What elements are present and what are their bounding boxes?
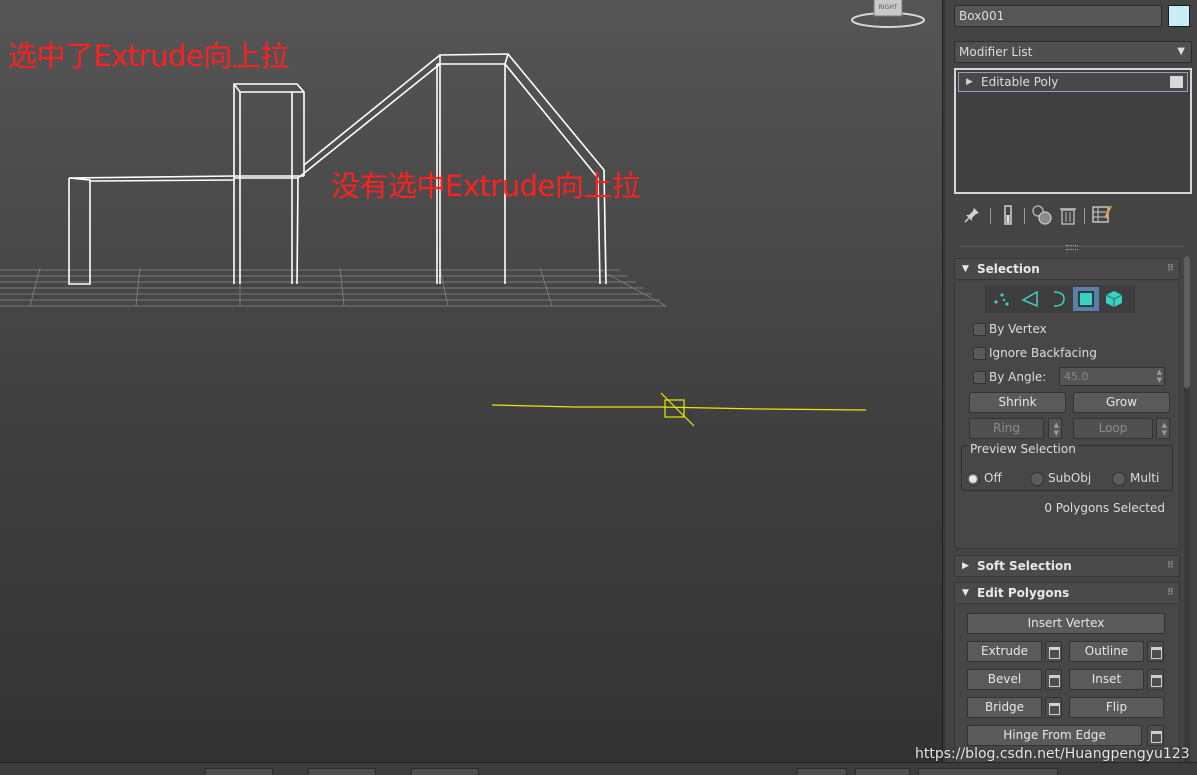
object-color-swatch[interactable]	[1168, 5, 1190, 27]
scrollbar-thumb[interactable]	[1184, 256, 1190, 388]
rollout-selection-body: By Vertex Ignore Backfacing By Angle: 45…	[954, 281, 1180, 549]
preview-selection-group: Preview Selection Off SubObj Multi	[961, 442, 1173, 491]
hinge-from-edge-button[interactable]: Hinge From Edge	[967, 725, 1142, 746]
configure-modifier-sets-icon[interactable]	[1090, 203, 1114, 227]
toolbar-segment[interactable]	[411, 768, 479, 775]
modifier-list-label: Modifier List	[959, 45, 1033, 59]
loop-spinner[interactable]: ▲ ▼	[1156, 418, 1170, 439]
modifier-stack[interactable]: ▶ Editable Poly	[954, 68, 1192, 194]
bridge-button[interactable]: Bridge	[967, 697, 1042, 718]
preview-off-radio[interactable]: Off	[966, 470, 1002, 486]
preview-multi-radio[interactable]: Multi	[1112, 470, 1159, 486]
ring-button[interactable]: Ring	[969, 418, 1044, 439]
spinner-arrows-icon[interactable]: ▲ ▼	[1157, 368, 1162, 384]
object-name-field[interactable]: Box001	[954, 5, 1162, 27]
toolbar-segment[interactable]	[205, 768, 273, 775]
border-icon[interactable]	[1045, 287, 1071, 311]
inset-button[interactable]: Inset	[1069, 669, 1144, 690]
rollout-soft-selection-title: Soft Selection	[977, 559, 1072, 573]
vertex-icon[interactable]	[989, 287, 1015, 311]
rollout-edit-polygons-title: Edit Polygons	[977, 586, 1070, 600]
annotation-selected-extrude: 选中了Extrude向上拉	[8, 39, 289, 73]
inset-settings-icon[interactable]	[1147, 669, 1164, 690]
watermark: https://blog.csdn.net/Huangpengyu123	[915, 746, 1190, 762]
subobject-mode-toolbar	[985, 285, 1135, 313]
viewport[interactable]: 选中了Extrude向上拉 没有选中Extrude向上拉 RIGHT	[0, 0, 942, 762]
stack-toolbar	[960, 203, 1190, 229]
outline-settings-icon[interactable]	[1147, 641, 1164, 662]
preview-subobj-radio[interactable]: SubObj	[1030, 470, 1091, 486]
collapse-triangle-icon: ▼	[962, 588, 969, 598]
remove-modifier-icon[interactable]	[1056, 203, 1080, 227]
flip-button[interactable]: Flip	[1069, 697, 1164, 718]
modifier-toggle-icon[interactable]	[1170, 76, 1183, 88]
bevel-settings-icon[interactable]	[1045, 669, 1062, 690]
drag-handle-icon[interactable]: ⠿	[1167, 556, 1174, 576]
angle-value: 45.0	[1064, 370, 1089, 383]
edge-icon[interactable]	[1017, 287, 1043, 311]
expand-triangle-icon[interactable]: ▶	[966, 73, 973, 91]
stack-item-label: Editable Poly	[981, 75, 1059, 89]
toolbar-segment[interactable]	[308, 768, 376, 775]
panel-scrollbar[interactable]	[1184, 256, 1190, 762]
collapse-triangle-icon: ▼	[962, 264, 969, 274]
extrude-settings-icon[interactable]	[1045, 641, 1062, 662]
expand-triangle-icon: ▶	[962, 561, 969, 571]
loop-button[interactable]: Loop	[1073, 418, 1153, 439]
modifier-list-dropdown[interactable]: Modifier List ▼	[954, 41, 1192, 63]
rollout-edit-polygons-header[interactable]: ▼ Edit Polygons ⠿	[954, 582, 1180, 604]
selection-status: 0 Polygons Selected	[1044, 501, 1165, 515]
insert-vertex-button[interactable]: Insert Vertex	[967, 613, 1165, 634]
element-icon[interactable]	[1101, 287, 1127, 311]
rollout-soft-selection-header[interactable]: ▶ Soft Selection ⠿	[954, 555, 1180, 577]
angle-spinner[interactable]: 45.0 ▲ ▼	[1059, 367, 1165, 386]
chevron-down-icon: ▼	[1177, 46, 1185, 57]
extrude-button[interactable]: Extrude	[967, 641, 1042, 662]
bevel-button[interactable]: Bevel	[967, 669, 1042, 690]
toolbar-segment[interactable]	[918, 768, 1058, 775]
polygon-icon[interactable]	[1073, 287, 1099, 311]
panel-grip[interactable]	[960, 245, 1184, 250]
drag-handle-icon[interactable]: ⠿	[1167, 259, 1174, 279]
rollout-edit-polygons-body: Insert Vertex Extrude Outline Bevel Inse…	[954, 606, 1180, 766]
preview-selection-title: Preview Selection	[968, 442, 1078, 456]
drag-handle-icon[interactable]: ⠿	[1167, 583, 1174, 603]
ignore-backfacing-checkbox[interactable]: Ignore Backfacing	[973, 345, 1097, 361]
by-vertex-checkbox[interactable]: By Vertex	[973, 321, 1047, 337]
hinge-settings-icon[interactable]	[1147, 725, 1164, 746]
pin-icon[interactable]	[960, 203, 984, 227]
grow-button[interactable]: Grow	[1073, 392, 1170, 413]
viewcube[interactable]: RIGHT	[850, 0, 930, 32]
command-panel: Box001 Modifier List ▼ ▶ Editable Poly ▼…	[946, 0, 1197, 766]
toolbar-segment[interactable]	[797, 768, 847, 775]
rollout-selection-title: Selection	[977, 262, 1040, 276]
shrink-button[interactable]: Shrink	[969, 392, 1066, 413]
annotation-unselected-extrude: 没有选中Extrude向上拉	[331, 169, 641, 203]
home-grid	[0, 267, 667, 307]
make-unique-icon[interactable]	[1030, 203, 1054, 227]
rollout-selection-header[interactable]: ▼ Selection ⠿	[954, 258, 1180, 280]
outline-button[interactable]: Outline	[1069, 641, 1144, 662]
bottom-toolbar	[0, 762, 1197, 775]
by-angle-checkbox[interactable]: By Angle:	[973, 369, 1046, 385]
toolbar-segment[interactable]	[855, 768, 910, 775]
bridge-settings-icon[interactable]	[1045, 697, 1062, 718]
transform-gizmo	[491, 392, 867, 427]
scene-wireframe[interactable]	[0, 0, 942, 762]
stack-item-editable-poly[interactable]: ▶ Editable Poly	[958, 72, 1188, 92]
show-end-result-icon[interactable]	[996, 203, 1020, 227]
viewcube-label: RIGHT	[879, 4, 898, 11]
ring-spinner[interactable]: ▲ ▼	[1048, 418, 1062, 439]
